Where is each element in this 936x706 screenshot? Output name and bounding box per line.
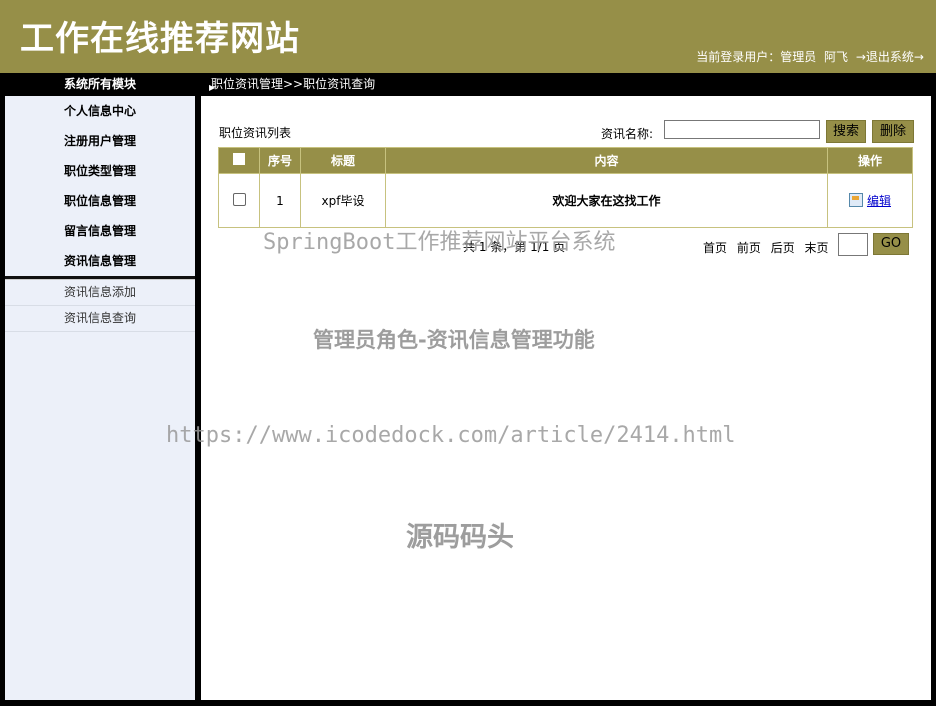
logout-link[interactable]: →退出系统→ — [856, 50, 924, 64]
table-row: 1 xpf毕设 欢迎大家在这找工作 编辑 — [218, 173, 913, 228]
sidebar-submenu: 资讯信息添加 资讯信息查询 — [5, 279, 195, 332]
search-input[interactable] — [664, 120, 820, 139]
row-content: 欢迎大家在这找工作 — [385, 173, 828, 228]
select-all-header[interactable] — [218, 147, 260, 174]
pager-links: 首页 前页 后页 末页 — [703, 239, 835, 256]
list-title: 职位资讯列表 — [219, 126, 292, 140]
login-info: 当前登录用户：管理员 阿飞 →退出系统→ — [692, 48, 924, 66]
sidebar-item-job-types[interactable]: 职位类型管理 — [5, 156, 195, 186]
sidebar-item-personal-info[interactable]: 个人信息中心 — [5, 96, 195, 126]
col-index-header: 序号 — [259, 147, 301, 174]
login-label: 当前登录用户：管理员 — [696, 50, 817, 64]
select-all-checkbox[interactable] — [233, 153, 245, 165]
edit-link[interactable]: 编辑 — [867, 194, 891, 208]
site-title: 工作在线推荐网站 — [20, 19, 300, 59]
username: 阿飞 — [824, 50, 849, 64]
row-title: xpf毕设 — [300, 173, 386, 228]
watermark-line-1: SpringBoot工作推荐网站平台系统 — [263, 230, 616, 255]
col-content-header: 内容 — [385, 147, 828, 174]
pager-first[interactable]: 首页 — [703, 241, 727, 255]
row-select-cell — [218, 173, 260, 228]
col-action-header: 操作 — [827, 147, 913, 174]
sidebar: 个人信息中心 注册用户管理 职位类型管理 职位信息管理 留言信息管理 资讯信息管… — [5, 96, 195, 700]
breadcrumb: 职位资讯管理>>职位资讯查询 — [211, 77, 376, 91]
page-number-input[interactable] — [838, 233, 868, 256]
watermark-line-4: 源码码头 — [406, 522, 514, 553]
watermark-line-2: 管理员角色-资讯信息管理功能 — [313, 328, 595, 352]
col-title-header: 标题 — [300, 147, 386, 174]
row-action-cell: 编辑 — [827, 173, 913, 228]
delete-button[interactable]: 删除 — [872, 120, 914, 143]
submenu-item-news-add[interactable]: 资讯信息添加 — [5, 280, 195, 306]
news-table: 序号 标题 内容 操作 1 xpf毕设 欢迎大家在这找工作 编辑 — [218, 147, 913, 228]
search-label: 资讯名称: — [601, 127, 654, 141]
pager-next[interactable]: 后页 — [771, 241, 795, 255]
row-checkbox[interactable] — [232, 192, 246, 206]
edit-icon[interactable] — [848, 193, 863, 207]
pager-prev[interactable]: 前页 — [737, 241, 761, 255]
sidebar-item-users[interactable]: 注册用户管理 — [5, 126, 195, 156]
module-title: 系统所有模块 — [64, 77, 137, 91]
search-button[interactable]: 搜索 — [826, 120, 866, 143]
top-nav-bar: 系统所有模块 ▶ 职位资讯管理>>职位资讯查询 — [0, 73, 936, 95]
table-header-row: 序号 标题 内容 操作 — [218, 147, 913, 174]
watermark-line-3: https://www.icodedock.com/article/2414.h… — [166, 423, 736, 448]
go-button[interactable]: GO — [873, 233, 909, 255]
pager-last[interactable]: 末页 — [805, 241, 829, 255]
submenu-item-news-query[interactable]: 资讯信息查询 — [5, 306, 195, 332]
sidebar-item-news[interactable]: 资讯信息管理 — [5, 246, 195, 276]
main-content: 职位资讯列表 资讯名称: 搜索 删除 序号 标题 内容 操作 1 xpf毕设 欢… — [201, 96, 931, 700]
header-bar: 工作在线推荐网站 当前登录用户：管理员 阿飞 →退出系统→ — [0, 0, 936, 73]
row-index: 1 — [259, 173, 301, 228]
sidebar-item-jobs[interactable]: 职位信息管理 — [5, 186, 195, 216]
sidebar-item-messages[interactable]: 留言信息管理 — [5, 216, 195, 246]
